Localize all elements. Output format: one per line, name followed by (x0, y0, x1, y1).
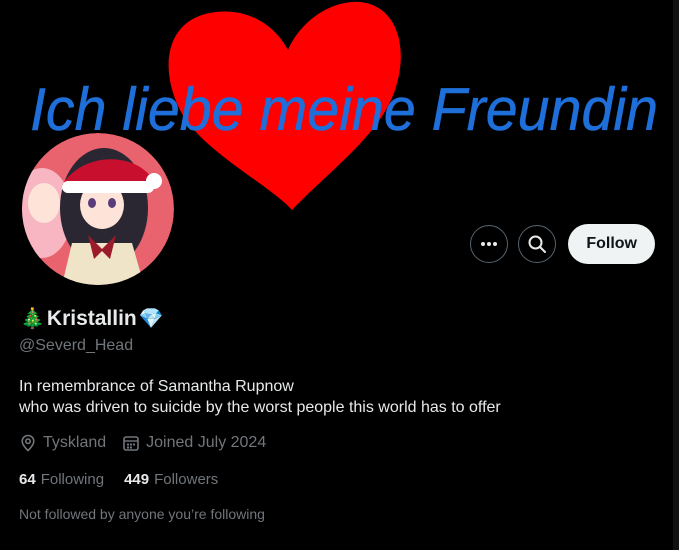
bio-line: In remembrance of Samantha Rupnow (19, 378, 294, 395)
more-horizontal-icon (481, 242, 498, 246)
christmas-tree-icon: 🎄 (20, 308, 45, 330)
profile-actions: Follow (470, 224, 655, 264)
bio-line: who was driven to suicide by the worst p… (19, 399, 501, 416)
scrollbar-track[interactable] (673, 0, 679, 550)
following-label: Following (40, 471, 105, 488)
profile-bio: In remembrance of Samantha Rupnow who wa… (19, 376, 501, 418)
avatar[interactable] (22, 133, 174, 285)
follow-button[interactable]: Follow (568, 224, 655, 264)
following-count: 64 (19, 471, 36, 488)
search-button[interactable] (518, 225, 557, 263)
avatar-image (22, 133, 174, 285)
location: Tyskland (19, 434, 106, 452)
followers-count: 449 (124, 471, 150, 488)
banner-handwriting: Ich liebe meine Freundin (30, 76, 658, 143)
followers-link[interactable]: 449 Followers (124, 471, 218, 488)
user-handle: @Severd_Head (19, 337, 134, 354)
join-date: Joined July 2024 (122, 434, 266, 452)
display-name-row: 🎄 Kristallin 💎 (20, 306, 164, 331)
search-icon (528, 235, 547, 253)
profile-meta: Tyskland Joined July 2024 (19, 434, 282, 452)
location-pin-icon (21, 434, 35, 452)
followers-label: Followers (154, 471, 219, 488)
not-followed-notice: Not followed by anyone you’re following (19, 506, 265, 522)
follow-stats: 64 Following 449 Followers (19, 471, 238, 488)
location-text: Tyskland (43, 434, 107, 451)
more-button[interactable] (470, 225, 509, 263)
gem-icon: 💎 (138, 308, 164, 330)
calendar-icon (123, 436, 139, 451)
display-name: Kristallin (46, 306, 137, 330)
join-date-text: Joined July 2024 (146, 434, 267, 451)
following-link[interactable]: 64 Following (19, 471, 104, 488)
